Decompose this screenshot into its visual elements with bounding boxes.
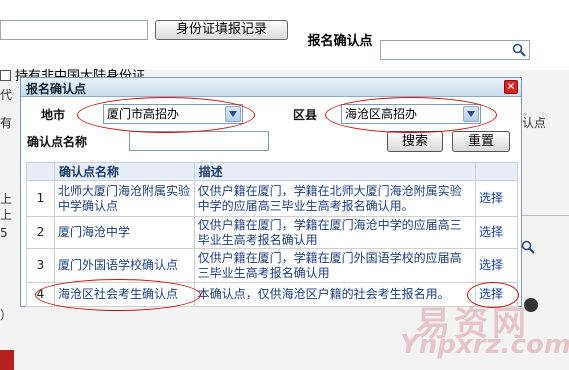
table-header-no (26, 162, 55, 181)
point-name-label: 确认点名称 (27, 135, 88, 149)
annotation-circle-city (77, 97, 255, 133)
select-link[interactable]: 选择 (479, 258, 503, 272)
row-number: 3 (26, 248, 55, 283)
table-header-row: 确认点名称 描述 (26, 162, 518, 181)
background-fragment: 5 (0, 226, 8, 240)
row-description: 仅供户籍在厦门，学籍在厦门海沧中学的应届高三毕业生高考报名确认用 (193, 216, 477, 249)
district-label: 区县 (293, 108, 318, 122)
non-mainland-id-checkbox[interactable] (0, 70, 11, 81)
background-fragment: 有 (0, 116, 13, 130)
row-number: 1 (26, 180, 55, 217)
city-label: 地市 (41, 108, 66, 122)
annotation-circle-social-point (35, 279, 201, 311)
reset-button[interactable]: 重置 (452, 131, 510, 152)
background-input-field[interactable] (0, 20, 148, 40)
table-row: 2 厦门海沧中学 仅供户籍在厦门，学籍在厦门海沧中学的应届高三毕业生高考报名确认… (26, 216, 518, 249)
row-select-cell: 选择 (475, 248, 518, 283)
annotation-circle-district (325, 97, 497, 133)
background-search-input[interactable] (380, 40, 530, 60)
id-record-button[interactable]: 身份证填报记录 (155, 20, 288, 40)
table-row: 3 厦门外国语学校确认点 仅供户籍在厦门，学籍在厦门外国语学校的应届高三毕业生高… (26, 248, 518, 283)
table-header-action (475, 162, 518, 181)
row-name: 北师大厦门海沧附属实验中学确认点 (53, 180, 195, 217)
row-description: 本确认点，仅供海沧区户籍的社会考生报名用。 (193, 282, 477, 307)
dialog-title: 报名确认点 (26, 82, 87, 96)
select-link[interactable]: 选择 (479, 191, 503, 205)
row-description: 仅供户籍在厦门，学籍在北师大厦门海沧附属实验中学的应届高三毕业生高考报名确认用。 (193, 180, 477, 217)
table-header-desc: 描述 (193, 162, 477, 181)
confirm-point-dialog: 报名确认点 ✕ 地市 厦门市高招办 区县 海沧区高招办 确认点名称 搜索 重置 … (20, 77, 522, 311)
background-red-bar (0, 350, 14, 370)
search-icon[interactable] (512, 43, 526, 57)
row-description: 仅供户籍在厦门，学籍在厦门外国语学校的应届高三毕业生高考报名确认用 (193, 248, 477, 283)
select-link[interactable]: 选择 (479, 225, 503, 239)
search-icon[interactable] (521, 240, 535, 254)
annotation-circle-select (467, 282, 519, 308)
dialog-titlebar: 报名确认点 ✕ (21, 78, 521, 97)
row-name: 厦门外国语学校确认点 (53, 248, 195, 283)
row-select-cell: 选择 (475, 180, 518, 217)
background-fragment: ） (0, 308, 13, 322)
search-button[interactable]: 搜索 (387, 131, 443, 152)
background-round-button[interactable] (524, 298, 538, 312)
background-fragment-right: 认点 (522, 116, 547, 130)
row-number: 2 (26, 216, 55, 249)
point-name-input[interactable] (129, 131, 269, 151)
table-row: 1 北师大厦门海沧附属实验中学确认点 仅供户籍在厦门，学籍在北师大厦门海沧附属实… (26, 180, 518, 217)
registration-confirm-label: 报名确认点 (307, 34, 373, 49)
row-name: 厦门海沧中学 (53, 216, 195, 249)
background-fragment: 上 (0, 192, 13, 206)
table-header-name: 确认点名称 (53, 162, 195, 181)
row-select-cell: 选择 (475, 216, 518, 249)
close-icon[interactable]: ✕ (504, 80, 518, 94)
background-fragment: 代 (0, 88, 13, 102)
background-fragment: 上 (0, 208, 13, 222)
